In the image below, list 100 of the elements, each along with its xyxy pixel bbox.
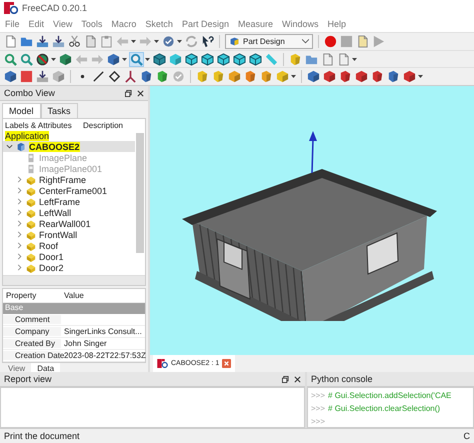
save-icon[interactable] [36,34,49,48]
caret-icon[interactable] [145,58,150,60]
close-icon[interactable] [137,90,144,96]
tree-row[interactable]: LeftFrame [3,196,135,207]
cube-outline-icon[interactable] [233,52,246,66]
column-header[interactable]: Property [3,291,61,300]
tree-group-label: Application [5,131,50,141]
status-text: C [464,431,470,441]
tree-item-label: Door2 [39,262,64,272]
caret-icon[interactable] [154,40,159,43]
panel-title: Python console [311,374,373,384]
console-prompt: >>> [311,391,326,400]
save-as-icon[interactable] [52,34,65,48]
panel-tab[interactable]: Tasks [40,103,78,118]
console-prompt: >>> [311,417,326,426]
tree-row[interactable]: CABOOSE2 [3,141,135,152]
menu-item[interactable]: Windows [282,19,318,29]
cube-icon[interactable] [107,52,120,66]
pointer-help-icon[interactable] [201,34,214,48]
tree-row[interactable]: CenterFrame001 [3,185,135,196]
panel-tab[interactable]: View [2,363,32,372]
console-code: # Gui.Selection.clearSelection() [328,404,440,413]
tree-item-label: FrontWall [39,230,78,240]
column-header[interactable]: Value [61,291,145,300]
tree-item-label: CABOOSE2 [29,142,80,152]
document-icon [16,142,26,152]
property-name: Company [3,327,61,336]
menu-item[interactable]: View [53,19,72,29]
shape-icon[interactable] [156,70,169,84]
float-icon[interactable] [282,376,289,382]
console-prompt: >>> [311,404,326,413]
diamond-icon[interactable] [108,70,121,84]
scrollbar[interactable] [136,133,144,253]
scissors-icon[interactable] [68,34,81,48]
menu-item[interactable]: Sketch [145,19,173,29]
cube-icon[interactable] [169,52,182,66]
record-icon[interactable] [324,34,337,48]
tree-row[interactable]: RightFrame [3,174,135,185]
window-title: FreeCAD 0.20.1 [22,3,88,13]
float-icon[interactable] [125,90,132,96]
menu-item[interactable]: Macro [111,19,136,29]
tree-item-label: Roof [39,240,58,250]
new-page-icon[interactable] [4,34,17,48]
tree-item-label: RightFrame [39,174,86,184]
panel-title: Combo View [4,88,55,98]
console-code: # Gui.Selection.addSelection('CAE [328,391,452,400]
caret-icon[interactable] [131,40,136,43]
parts-icon[interactable] [289,52,302,66]
property-value[interactable]: SingerLinks Consult... [61,327,145,336]
tree-row[interactable]: LeftWall [3,207,135,218]
menu-item[interactable]: Tools [81,19,102,29]
axes-icon[interactable] [124,70,137,84]
3d-viewport[interactable] [150,86,474,355]
panel-tab[interactable]: Data [31,363,60,372]
scrollbar[interactable] [3,275,145,285]
menu-item[interactable]: Measure [238,19,273,29]
property-name: Created By [3,339,61,348]
property-name: Comment [3,315,61,324]
tree-item-label: Door1 [39,252,64,262]
caret-icon[interactable] [352,58,357,60]
cube-outline-icon[interactable] [249,52,262,66]
app-logo-icon [4,2,18,14]
property-group: Base [5,303,24,312]
app-logo-icon [157,359,168,368]
caret-icon[interactable] [177,40,182,43]
tree-item-label: ImagePlane001 [39,164,102,174]
panel-tab[interactable]: Model [2,103,41,118]
tree-item-label: ImagePlane [39,152,88,162]
chevron-icon[interactable] [6,143,13,150]
close-icon[interactable] [294,376,301,382]
column-header[interactable]: Description [82,121,123,130]
panel-title: Report view [4,374,52,384]
tree-row[interactable]: FrontWall [3,229,135,240]
tree-item-label: RearWall001 [39,218,91,228]
cube-icon[interactable] [59,52,72,66]
menu-item[interactable]: Edit [28,19,44,29]
tree-row[interactable]: Door1 [3,251,135,262]
menu-item[interactable]: Help [328,19,346,29]
tree-row[interactable]: RearWall001 [3,218,135,229]
cube-outline-icon[interactable] [201,52,214,66]
caret-icon[interactable] [291,75,296,78]
workbench-dropdown[interactable]: Part Design [225,34,313,49]
tree-row[interactable]: Door2 [3,262,135,273]
tree-row[interactable]: Roof [3,240,135,251]
cube-outline-icon[interactable] [185,52,198,66]
cube-outline-icon[interactable] [153,52,166,66]
line-icon[interactable] [92,70,105,84]
tree-item-label: CenterFrame001 [39,186,108,196]
caret-icon[interactable] [51,58,56,60]
caret-icon[interactable] [418,75,423,78]
menu-item[interactable]: File [5,19,20,29]
property-value[interactable]: John Singer [61,339,145,348]
shape-icon[interactable] [140,70,153,84]
clipboard-icon[interactable] [100,34,113,48]
column-header[interactable]: Labels & Attributes [5,121,72,130]
caret-icon[interactable] [122,58,127,60]
tray-icon[interactable] [36,70,49,84]
status-message: Print the document [4,431,80,441]
cube-outline-icon[interactable] [217,52,230,66]
menu-item[interactable]: Part Design [182,19,229,29]
